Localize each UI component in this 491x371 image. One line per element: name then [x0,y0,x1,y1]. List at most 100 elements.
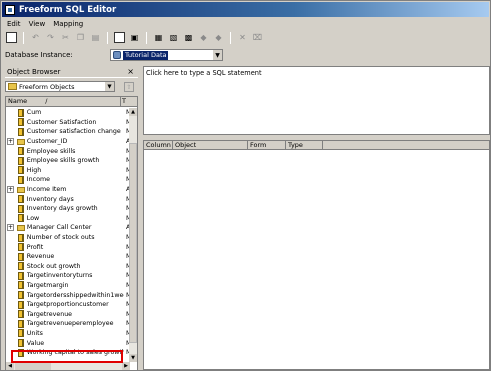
copy-icon[interactable]: ❐ [74,31,87,44]
toolbar-separator [107,31,108,44]
list-item[interactable]: TargetinventoryturnsM [6,271,130,281]
list-item[interactable]: UnitsM [6,329,130,339]
scroll-left-icon[interactable]: ◀ [6,362,14,370]
mapping-grid-header: Column Object Form Type [144,141,489,150]
object-name: Revenue [26,253,55,261]
scrollbar-thumb[interactable] [129,143,137,343]
column-header-object[interactable]: Object [173,141,248,150]
menu-bar: Edit View Mapping [2,18,489,29]
expand-icon[interactable]: + [7,224,14,232]
database-instance-row: Database Instance: Tutorial Data ▼ [5,49,488,61]
list-item[interactable]: ProfitM [6,242,130,252]
menu-mapping[interactable]: Mapping [52,20,84,28]
list-item[interactable]: LowM [6,214,130,224]
column-header-form[interactable]: Form [248,141,286,150]
list-item[interactable]: TargetproportioncustomerM [6,300,130,310]
object-name: Inventory days growth [26,205,98,213]
undo-icon[interactable]: ↶ [29,31,42,44]
list-item[interactable]: HighM [6,166,130,176]
list-item[interactable]: IncomeM [6,175,130,185]
expand-icon[interactable]: + [7,186,14,194]
object-name: Income Item [26,186,67,194]
new-object-icon[interactable]: ▣ [128,31,141,44]
object-list-header: Name / T [6,97,137,107]
export-icon[interactable]: ▧ [167,31,180,44]
list-item[interactable]: Stock out growthM [6,262,130,272]
scrollbar-thumb[interactable] [15,362,51,370]
list-item[interactable]: ValueM [6,338,130,348]
list-item[interactable]: +Customer_IDAt [6,137,130,147]
list-item[interactable]: Customer satisfaction changeM [6,127,130,137]
column-header-type[interactable]: Type [286,141,323,150]
vertical-scrollbar[interactable]: ▲ ▼ [129,108,137,362]
check-icon[interactable] [113,31,126,44]
menu-edit[interactable]: Edit [6,20,22,28]
object-name: Targetmargin [26,281,69,289]
object-name: Income [26,176,50,184]
database-instance-value: Tutorial Data [123,50,169,60]
list-item[interactable]: TargetmarginM [6,281,130,291]
close-icon[interactable]: × [127,67,134,76]
object-name: Units [26,329,43,337]
redo-icon[interactable]: ↷ [44,31,57,44]
object-name: Employee skills growth [26,157,100,165]
object-name: Number of stock outs [26,234,95,242]
metric-icon [17,291,24,300]
table-icon[interactable]: ▩ [182,31,195,44]
list-item[interactable]: TargetrevenueM [6,309,130,319]
metric-icon [17,329,24,338]
list-item[interactable]: +Income ItemAt [6,185,130,195]
folder-up-icon[interactable]: ⇧ [124,82,134,92]
list-item[interactable]: TargetrevenueperemployeeM [6,319,130,329]
scroll-right-icon[interactable]: ▶ [122,362,130,370]
metric-icon [17,118,24,127]
delete-icon[interactable]: ✕ [236,31,249,44]
object-folder-value: Freeform Objects [19,82,75,91]
list-item[interactable]: +Manager Call CenterAt [6,223,130,233]
list-item[interactable]: Inventory days growthM [6,204,130,214]
object-browser-panel: Object Browser × Freeform Objects ▼ ⇧ Na… [5,66,138,370]
title-bar: Freeform SQL Editor [2,2,489,17]
object-list: Name / T CumMCustomer SatisfactionMCusto… [5,96,138,370]
cut-icon[interactable]: ✂ [59,31,72,44]
paste-icon[interactable]: ▤ [89,31,102,44]
column-header-column[interactable]: Column [144,141,173,150]
left-arrow-icon[interactable]: ◆ [197,31,210,44]
scroll-down-icon[interactable]: ▼ [129,354,137,362]
sql-statement-editor[interactable]: Click here to type a SQL statement [143,66,490,135]
metric-icon [17,166,24,175]
column-header-name[interactable]: Name / [6,97,121,106]
horizontal-scrollbar[interactable]: ◀ ▶ [6,362,130,370]
object-folder-select[interactable]: Freeform Objects ▼ [5,81,115,92]
list-item[interactable]: Targetordersshippedwithin1weekM [6,290,130,300]
scroll-up-icon[interactable]: ▲ [129,108,137,116]
expand-icon[interactable]: + [7,138,14,146]
database-instance-select[interactable]: Tutorial Data ▼ [110,49,223,61]
list-item[interactable]: Inventory daysM [6,194,130,204]
object-name: Stock out growth [26,262,81,270]
list-item[interactable]: Employee skillsM [6,146,130,156]
list-item[interactable]: Number of stock outsM [6,233,130,243]
run-sql-icon[interactable] [5,31,18,44]
right-arrow-icon[interactable]: ◆ [212,31,225,44]
import-icon[interactable]: ▦ [152,31,165,44]
list-item[interactable]: CumM [6,108,130,118]
column-header-type[interactable]: T [121,97,130,106]
list-item[interactable]: Customer SatisfactionM [6,118,130,128]
object-name: Targetinventoryturns [26,272,93,280]
menu-view[interactable]: View [28,20,47,28]
metric-icon [17,233,24,242]
object-name: Targetrevenueperemployee [26,320,114,328]
object-name: Profit [26,243,44,251]
chevron-down-icon[interactable]: ▼ [212,50,222,60]
object-name: Value [26,339,45,347]
database-icon [113,51,121,59]
list-item[interactable]: Employee skills growthM [6,156,130,166]
highlight-box [11,350,123,363]
chevron-down-icon[interactable]: ▼ [105,82,114,91]
object-name: Low [26,214,40,222]
list-item[interactable]: RevenueM [6,252,130,262]
mapping-grid: Column Object Form Type [143,140,490,370]
metric-icon [17,147,24,156]
clear-icon[interactable]: ⌧ [251,31,264,44]
